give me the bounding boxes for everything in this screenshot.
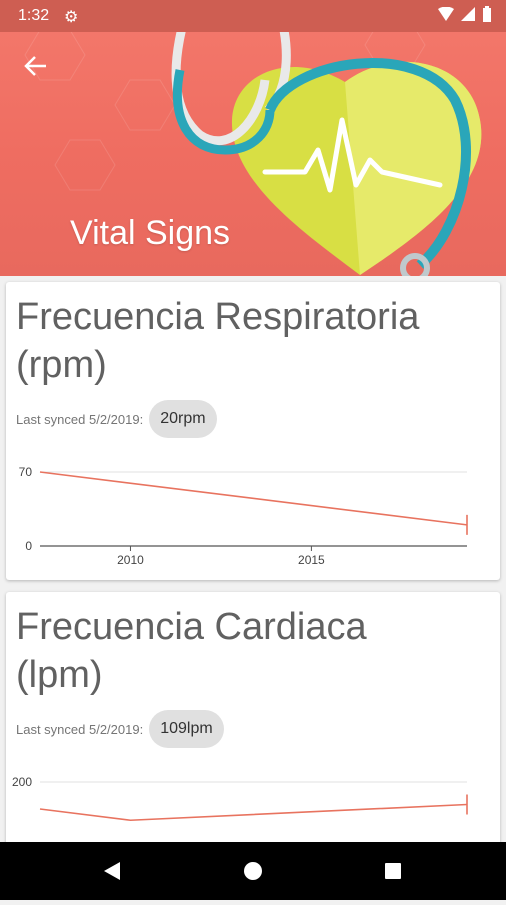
y-tick-label: 200 [12, 775, 32, 789]
card-title-line2: (rpm) [16, 344, 107, 386]
y-tick-label: 0 [25, 539, 32, 553]
latest-value-chip: 20rpm [149, 400, 217, 438]
recents-nav-icon[interactable] [385, 863, 401, 879]
card-title-line1: Frecuencia Respiratoria [16, 296, 420, 338]
vital-card-respiratory[interactable]: Frecuencia Respiratoria (rpm) Last synce… [6, 282, 500, 580]
latest-value-chip: 109lpm [149, 710, 224, 748]
status-bar: 1:32 ⚙ [0, 0, 506, 32]
battery-icon [483, 6, 491, 22]
vital-card-heart[interactable]: Frecuencia Cardiaca (lpm) Last synced 5/… [6, 592, 500, 852]
card-title-line2: (lpm) [16, 654, 103, 696]
x-tick-label: 2015 [298, 553, 325, 567]
back-arrow-icon[interactable] [20, 50, 52, 82]
wifi-icon [438, 7, 454, 21]
card-title-line1: Frecuencia Cardiaca [16, 606, 367, 648]
y-tick-label: 70 [19, 465, 33, 479]
system-nav-bar [0, 842, 506, 900]
signal-icon [461, 7, 475, 21]
status-time: 1:32 [18, 7, 50, 24]
back-nav-icon[interactable] [104, 862, 120, 880]
header-banner: Vital Signs [0, 0, 506, 276]
series-line [39, 471, 468, 526]
settings-gear-icon: ⚙ [64, 9, 79, 26]
home-nav-icon[interactable] [244, 862, 262, 880]
last-synced-label: Last synced 5/2/2019: [16, 721, 144, 737]
last-synced-label: Last synced 5/2/2019: [16, 411, 144, 427]
page-title: Vital Signs [70, 214, 231, 252]
series-line [39, 803, 468, 822]
heart-rate-chart: 200 [12, 775, 468, 822]
sync-row: Last synced 5/2/2019: 20rpm [16, 400, 217, 438]
status-icons [438, 6, 492, 22]
respiratory-chart: 70 0 2010 2015 [19, 465, 468, 567]
x-tick-label: 2010 [117, 553, 144, 567]
sync-row: Last synced 5/2/2019: 109lpm [16, 710, 224, 748]
